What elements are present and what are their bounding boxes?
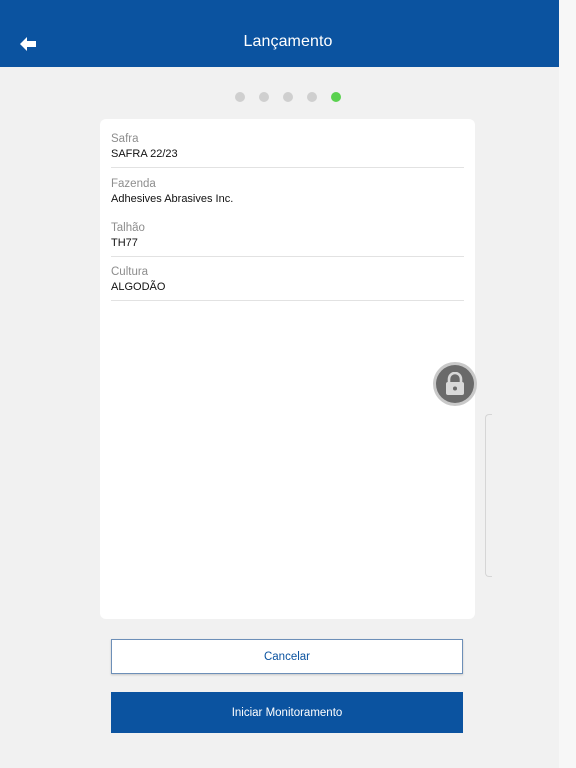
field-label: Fazenda	[111, 178, 156, 190]
summary-card: Safra SAFRA 22/23 Fazenda Adhesives Abra…	[100, 119, 475, 619]
lock-button[interactable]	[433, 362, 477, 406]
side-drawer-handle[interactable]	[485, 414, 492, 577]
lock-icon	[446, 372, 464, 395]
step-dot-3	[283, 92, 293, 102]
step-dot-2	[259, 92, 269, 102]
field-fazenda: Fazenda Adhesives Abrasives Inc.	[111, 177, 464, 212]
field-value: SAFRA 22/23	[111, 148, 178, 160]
page-title: Lançamento	[243, 33, 333, 50]
field-value: Adhesives Abrasives Inc.	[111, 193, 234, 205]
step-indicator	[0, 92, 576, 102]
step-dot-5-active	[331, 92, 341, 102]
field-talhao: Talhão TH77	[111, 221, 464, 257]
start-monitoring-button[interactable]: Iniciar Monitoramento	[111, 692, 463, 733]
lock-button-inner	[436, 365, 474, 403]
field-cultura: Cultura ALGODÃO	[111, 265, 464, 301]
cancel-button[interactable]: Cancelar	[111, 639, 463, 674]
field-label: Talhão	[111, 222, 145, 234]
step-dot-1	[235, 92, 245, 102]
field-label: Safra	[111, 133, 139, 145]
field-safra: Safra SAFRA 22/23	[111, 132, 464, 168]
step-dot-4	[307, 92, 317, 102]
field-value: ALGODÃO	[111, 281, 166, 293]
field-label: Cultura	[111, 266, 149, 278]
right-edge-strip	[559, 0, 576, 768]
field-value: TH77	[111, 237, 138, 249]
